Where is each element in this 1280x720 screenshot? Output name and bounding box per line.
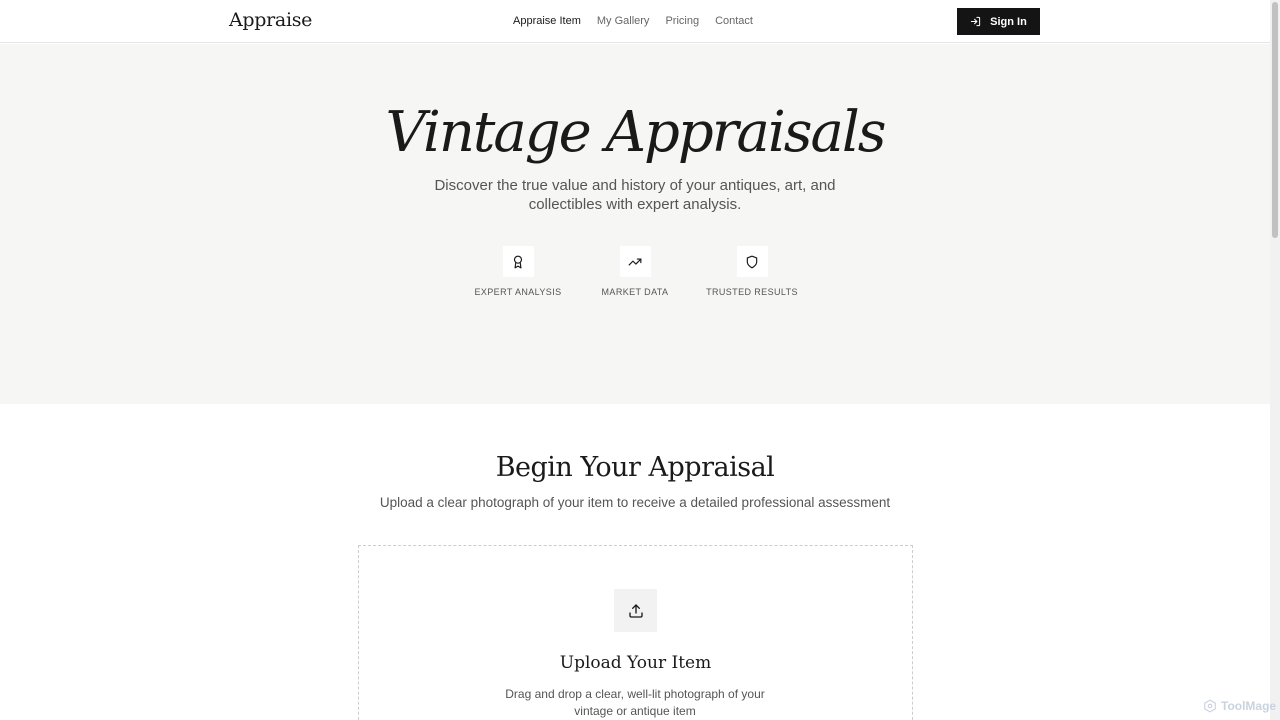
feature-tile [619,246,651,277]
upload-subtitle: Drag and drop a clear, well-lit photogra… [505,687,765,718]
hero-subtitle: Discover the true value and history of y… [434,177,836,213]
nav-link-appraise-item[interactable]: Appraise Item [513,15,581,28]
page: Appraise Appraise Item My Gallery Pricin… [0,0,1280,720]
watermark: ToolMage [1203,699,1276,713]
award-icon [513,255,523,268]
watermark-text: ToolMage [1221,699,1277,713]
feature-tile [502,246,534,277]
sign-in-button[interactable]: Sign In [957,8,1040,35]
logo[interactable]: Appraise [229,9,312,31]
hero-title: Vintage Appraisals [385,100,886,165]
shield-icon [746,255,758,268]
hero-section: Vintage Appraisals Discover the true val… [0,44,1270,404]
feature-label: MARKET DATA [601,287,669,297]
log-in-icon [971,16,981,27]
upload-icon [628,603,643,618]
nav-link-contact[interactable]: Contact [715,15,753,28]
upload-title: Upload Your Item [559,653,712,673]
watermark-logo-icon [1204,699,1216,713]
feature-expert-analysis: EXPERT ANALYSIS [453,246,583,297]
feature-trusted-results: TRUSTED RESULTS [687,246,817,297]
feature-tile [736,246,768,277]
feature-label: TRUSTED RESULTS [706,287,798,297]
upload-icon-tile[interactable] [614,589,657,632]
appraisal-title: Begin Your Appraisal [495,452,775,483]
sign-in-label: Sign In [990,15,1027,28]
nav-link-pricing[interactable]: Pricing [665,15,699,28]
trending-up-icon [628,258,642,265]
upload-dropzone[interactable]: Upload Your Item Drag and drop a clear, … [358,545,913,720]
page-scrollbar[interactable] [1270,0,1280,720]
appraisal-subtitle: Upload a clear photograph of your item t… [379,495,891,510]
feature-label: EXPERT ANALYSIS [474,287,562,297]
nav-link-my-gallery[interactable]: My Gallery [597,15,650,28]
scrollbar-thumb[interactable] [1272,2,1278,238]
main-nav: Appraise Item My Gallery Pricing Contact [513,15,753,28]
top-header: Appraise Appraise Item My Gallery Pricin… [0,0,1270,43]
feature-market-data: MARKET DATA [570,246,700,297]
